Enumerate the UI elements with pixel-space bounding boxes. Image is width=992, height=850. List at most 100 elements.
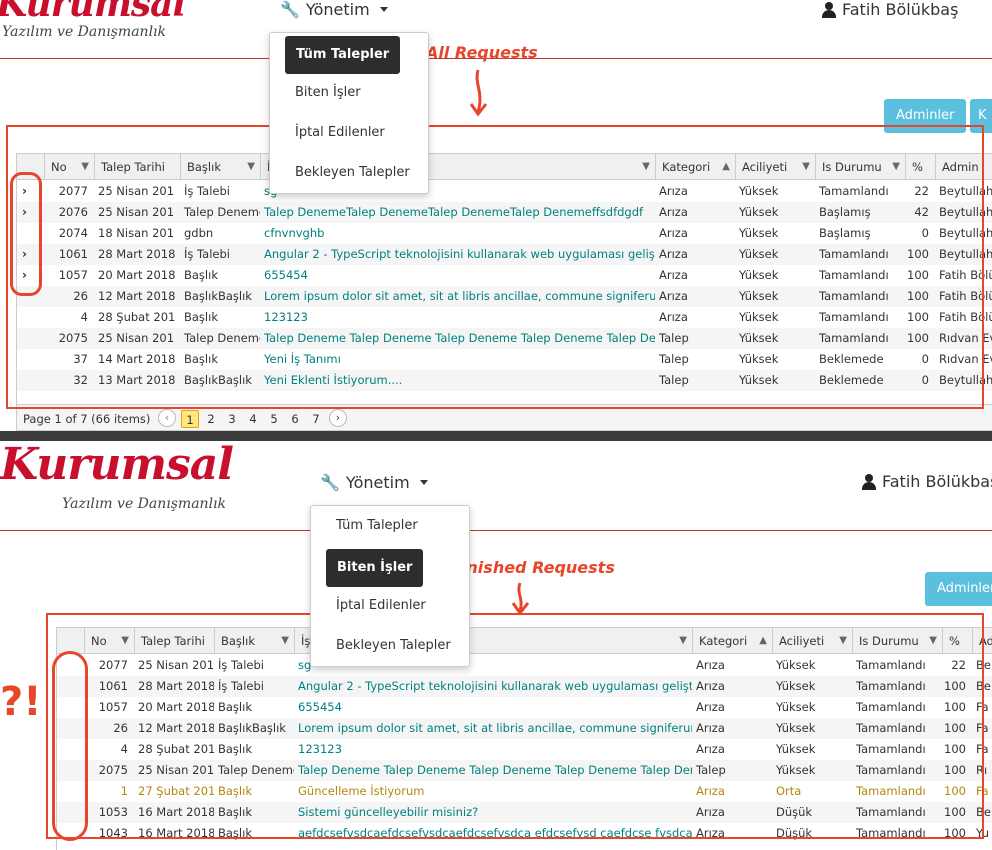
- table-row[interactable]: 4 28 Şubat 201 Başlık 123123 Arıza Yüksek Tama…: [57, 739, 992, 760]
- cell-no: 2077: [98, 658, 128, 672]
- page-button[interactable]: 2: [202, 410, 220, 428]
- header-title[interactable]: Başlık ▼: [180, 154, 260, 180]
- menu-item-iptal-edilenler[interactable]: İptal Edilenler: [270, 113, 428, 153]
- table-row[interactable]: 1053 16 Mart 2018 Başlık Sistemi güncelleye…: [57, 802, 992, 823]
- cell-desc[interactable]: Lorem ipsum dolor sit amet, sit at libri…: [294, 718, 692, 739]
- table-row[interactable]: 2075 25 Nisan 201 Talep Deneme Talep Deneme…: [17, 328, 992, 349]
- cell-desc[interactable]: Yeni Eklenti İstiyorum....: [260, 370, 655, 391]
- nav-yonetim-menu[interactable]: 🔧 Yönetim: [280, 0, 388, 19]
- sort-asc-icon[interactable]: ▲: [722, 154, 730, 180]
- table-row[interactable]: 1057 20 Mart 2018 Başlık 655454 Arıza Yüksek T…: [57, 697, 992, 718]
- filter-icon[interactable]: ▼: [892, 154, 900, 180]
- filter-icon[interactable]: ▼: [802, 154, 810, 180]
- table-row[interactable]: 26 12 Mart 2018 BaşlıkBaşlık Lorem ipsum do…: [17, 286, 992, 307]
- menu-item-bekleyen-talepler[interactable]: Bekleyen Talepler: [270, 153, 428, 193]
- header-status[interactable]: Is Durumu ▼: [815, 154, 905, 180]
- filter-icon[interactable]: ▼: [281, 628, 289, 654]
- expand-chevron-icon[interactable]: ›: [22, 247, 27, 261]
- cell-desc[interactable]: cfnvnvghb: [260, 223, 655, 244]
- header-date[interactable]: Talep Tarihi: [94, 154, 180, 180]
- menu-item-iptal-edilenler[interactable]: İptal Edilenler: [311, 586, 469, 626]
- header-no[interactable]: No ▼: [44, 154, 94, 180]
- filter-icon[interactable]: ▼: [929, 628, 937, 654]
- cell-desc[interactable]: Sistemi güncelleyebilir misiniz?: [294, 802, 692, 823]
- cell-pct: 100: [907, 268, 929, 282]
- filter-icon[interactable]: ▼: [839, 628, 847, 654]
- page-button[interactable]: 4: [244, 410, 262, 428]
- header-status[interactable]: Is Durumu ▼: [852, 628, 942, 654]
- cell-desc[interactable]: Talep DenemeTalep DenemeTalep DenemeTale…: [260, 202, 655, 223]
- cell-title: Başlık: [184, 352, 218, 366]
- table-row[interactable]: › 1057 20 Mart 2018 Başlık 655454 Arıza Yüksek…: [17, 265, 992, 286]
- table-row[interactable]: 32 13 Mart 2018 BaşlıkBaşlık Yeni Eklenti İ…: [17, 370, 992, 391]
- table-row[interactable]: 37 14 Mart 2018 Başlık Yeni İş Tanımı Talep Y…: [17, 349, 992, 370]
- cell-desc[interactable]: 655454: [294, 697, 692, 718]
- header-no[interactable]: No ▼: [84, 628, 134, 654]
- page-button[interactable]: 5: [265, 410, 283, 428]
- sort-asc-icon[interactable]: ▲: [759, 628, 767, 654]
- table-row[interactable]: 2077 25 Nisan 201 İş Talebi sg Arıza Yüksek Ta…: [57, 655, 992, 676]
- expand-chevron-icon[interactable]: ›: [22, 205, 27, 219]
- header-category[interactable]: Kategori ▲: [692, 628, 772, 654]
- table-row[interactable]: 2075 25 Nisan 201 Talep Deneme Talep Deneme…: [57, 760, 992, 781]
- table-row[interactable]: › 1061 28 Mart 2018 İş Talebi Angular 2 - Ty…: [17, 244, 992, 265]
- cell-desc[interactable]: 123123: [260, 307, 655, 328]
- table-row[interactable]: › 2076 25 Nisan 201 Talep Deneme Talep Denem…: [17, 202, 992, 223]
- cell-status: Tamamlandı: [819, 184, 889, 198]
- table-row[interactable]: 1 27 Şubat 201 Başlık Güncelleme İstiyorum A…: [57, 781, 992, 802]
- page-button[interactable]: 3: [223, 410, 241, 428]
- table-row[interactable]: 26 12 Mart 2018 BaşlıkBaşlık Lorem ipsum do…: [57, 718, 992, 739]
- cell-cat: Arıza: [696, 826, 725, 840]
- adminler-button[interactable]: Adminler: [884, 99, 967, 133]
- cell-no: 32: [73, 373, 88, 387]
- cell-desc[interactable]: Güncelleme İstiyorum: [294, 781, 692, 802]
- expand-chevron-icon[interactable]: ›: [22, 268, 27, 282]
- table-row[interactable]: 1061 28 Mart 2018 İş Talebi Angular 2 - Typ…: [57, 676, 992, 697]
- header-category[interactable]: Kategori ▲: [655, 154, 735, 180]
- cell-desc[interactable]: Talep Deneme Talep Deneme Talep Deneme T…: [294, 760, 692, 781]
- menu-item-biten-isler[interactable]: Biten İşler: [311, 546, 469, 587]
- expand-chevron-icon[interactable]: ›: [22, 184, 27, 198]
- cell-desc[interactable]: Lorem ipsum dolor sit amet, sit at libri…: [260, 286, 655, 307]
- header-admin[interactable]: Admin: [935, 154, 992, 180]
- filter-icon[interactable]: ▼: [81, 154, 89, 180]
- user-menu[interactable]: Fatih Bölükbaş: [862, 472, 992, 491]
- nav-yonetim-menu[interactable]: 🔧 Yönetim: [320, 473, 428, 492]
- user-menu[interactable]: Fatih Bölükbaş: [822, 0, 958, 19]
- filter-icon[interactable]: ▼: [642, 154, 650, 180]
- header-urgency[interactable]: Aciliyeti ▼: [772, 628, 852, 654]
- menu-item-tum-talepler[interactable]: Tüm Talepler: [311, 506, 469, 546]
- header-title[interactable]: Başlık ▼: [214, 628, 294, 654]
- table-row[interactable]: 4 28 Şubat 201 Başlık 123123 Arıza Yüksek Tama…: [17, 307, 992, 328]
- page-button[interactable]: 6: [286, 410, 304, 428]
- table-row[interactable]: 2074 18 Nisan 201 gdbn cfnvnvghb Arıza Yüksek…: [17, 223, 992, 244]
- table-row[interactable]: ›207725 Nisan 201İş TalebisgArızaYüksekT…: [17, 181, 992, 202]
- prev-page-button[interactable]: ‹: [158, 409, 176, 427]
- header-percent[interactable]: %: [942, 628, 972, 654]
- cell-desc[interactable]: Angular 2 - TypeScript teknolojisini kul…: [294, 676, 692, 697]
- header-urgency[interactable]: Aciliyeti ▼: [735, 154, 815, 180]
- menu-item-tum-talepler[interactable]: Tüm Talepler: [270, 33, 428, 74]
- page-button[interactable]: 7: [307, 410, 325, 428]
- next-page-button[interactable]: ›: [329, 409, 347, 427]
- adminler-button[interactable]: Adminler: [925, 572, 992, 606]
- cell-desc[interactable]: 123123: [294, 739, 692, 760]
- cell-desc[interactable]: Angular 2 - TypeScript teknolojisini kul…: [260, 244, 655, 265]
- cell-admin: Rıdvan Ev: [939, 331, 992, 345]
- page-button[interactable]: 1: [181, 410, 199, 428]
- cell-desc[interactable]: aefdcsefvsdcaefdcsefvsdcaefdcsefvsdca ef…: [294, 823, 692, 844]
- filter-icon[interactable]: ▼: [679, 628, 687, 654]
- header-date[interactable]: Talep Tarihi: [134, 628, 214, 654]
- table-row[interactable]: 1043 16 Mart 2018 Başlık aefdcsefvsdcaefdcs…: [57, 823, 992, 844]
- cell-desc[interactable]: 655454: [260, 265, 655, 286]
- filter-icon[interactable]: ▼: [247, 154, 255, 180]
- k-button[interactable]: K: [970, 99, 992, 133]
- header-expand-col: [57, 628, 84, 654]
- header-percent[interactable]: %: [905, 154, 935, 180]
- filter-icon[interactable]: ▼: [121, 628, 129, 654]
- cell-desc[interactable]: Talep Deneme Talep Deneme Talep Deneme T…: [260, 328, 655, 349]
- cell-desc[interactable]: Yeni İş Tanımı: [260, 349, 655, 370]
- menu-item-bekleyen-talepler[interactable]: Bekleyen Talepler: [311, 626, 469, 666]
- menu-item-biten-isler[interactable]: Biten İşler: [270, 73, 428, 113]
- header-admin[interactable]: Ad: [972, 628, 992, 654]
